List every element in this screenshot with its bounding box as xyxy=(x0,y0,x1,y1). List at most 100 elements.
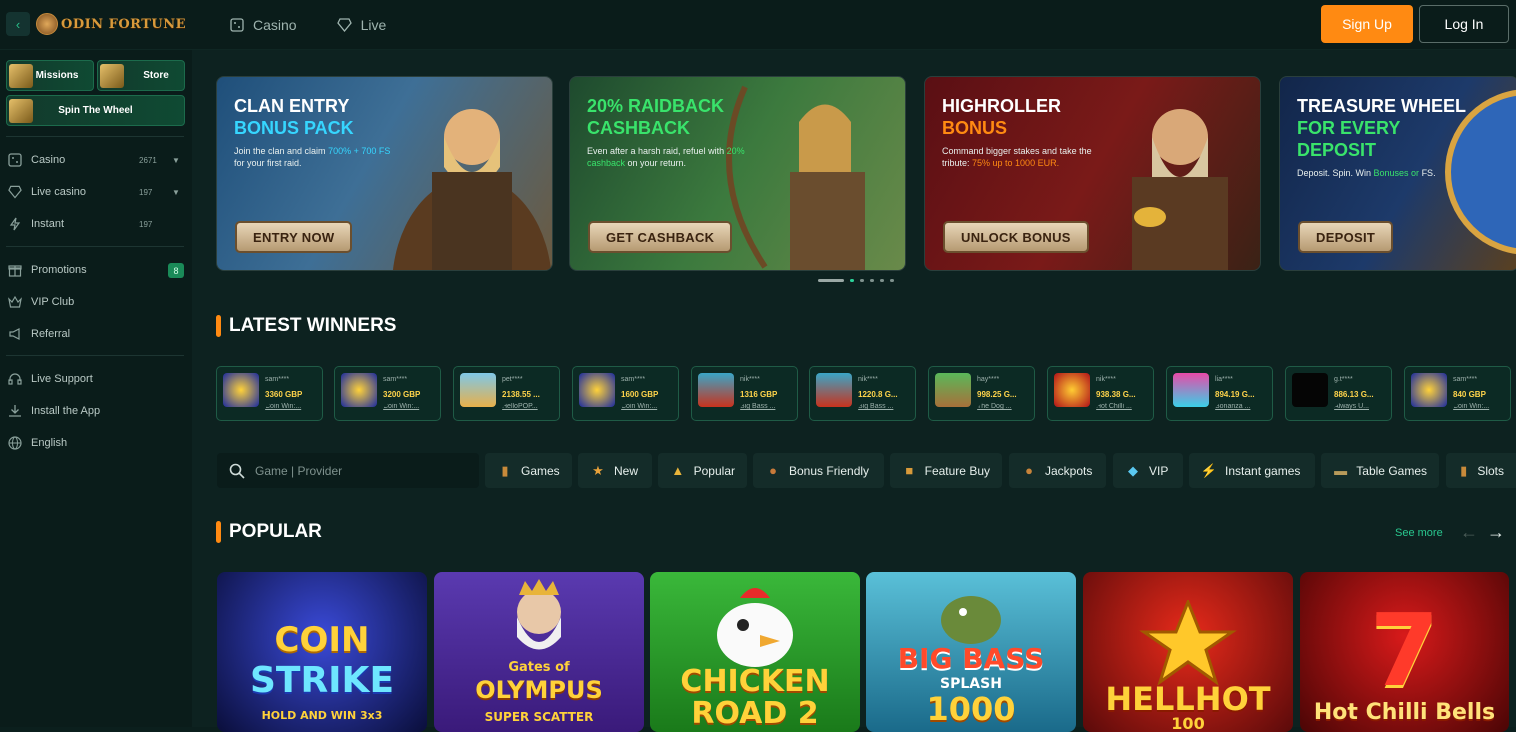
winner-card[interactable]: hay**** 998.25 G... The Dog ... xyxy=(928,366,1035,421)
game-card-gates-of-olympus[interactable]: Gates of OLYMPUS SUPER SCATTER xyxy=(434,572,644,732)
sidebar-item-language[interactable]: English xyxy=(0,427,192,459)
lucky-seven-image: 7 xyxy=(1369,592,1440,709)
popular-heading: POPULAR xyxy=(216,521,322,543)
chevron-down-icon[interactable]: ▼ xyxy=(172,188,180,197)
carousel-dot[interactable] xyxy=(880,279,884,282)
game-card-chicken-road-2[interactable]: CHICKEN ROAD 2 xyxy=(650,572,860,732)
get-cashback-button[interactable]: GET CASHBACK xyxy=(588,221,733,253)
winner-card[interactable]: g.t**** 886.13 G... Always U... xyxy=(1285,366,1392,421)
game-thumbnail xyxy=(341,373,377,407)
carousel-dot[interactable] xyxy=(818,279,844,282)
category-new[interactable]: ★ New xyxy=(578,453,652,488)
winner-card[interactable]: sam**** 840 GBP Coin Win:... xyxy=(1404,366,1511,421)
deposit-button[interactable]: DEPOSIT xyxy=(1298,221,1394,253)
winner-card[interactable]: nik**** 938.38 G... Hot Chilli ... xyxy=(1047,366,1154,421)
category-label: VIP xyxy=(1149,463,1169,478)
sidebar-item-label: Promotions xyxy=(31,264,87,276)
sidebar-item-live-support[interactable]: Live Support xyxy=(0,363,192,395)
winner-card[interactable]: sam**** 3360 GBP Coin Win:... xyxy=(216,366,323,421)
category-label: Table Games xyxy=(1356,463,1427,478)
game-thumbnail xyxy=(1292,373,1328,407)
winner-username: g.t**** xyxy=(1334,376,1353,383)
sidebar-item-install-app[interactable]: Install the App xyxy=(0,395,192,427)
winner-username: sam**** xyxy=(621,376,646,383)
chevron-down-icon[interactable]: ▼ xyxy=(172,156,180,165)
store-button[interactable]: Store xyxy=(97,60,185,91)
category-popular[interactable]: ▲ Popular xyxy=(658,453,747,488)
spin-wheel-button[interactable]: Spin The Wheel xyxy=(6,95,185,126)
game-card-hellhot-100[interactable]: HELLHOT 100 xyxy=(1083,572,1293,732)
game-title-line: STRIKE xyxy=(249,660,395,701)
missions-label: Missions xyxy=(35,70,79,81)
nav-live[interactable]: Live xyxy=(336,17,387,33)
nav-casino[interactable]: Casino xyxy=(230,17,297,33)
winner-card[interactable]: nik**** 1220.8 G... Big Bass ... xyxy=(809,366,916,421)
carousel-dot[interactable] xyxy=(850,279,854,282)
entry-now-button[interactable]: ENTRY NOW xyxy=(235,221,353,253)
category-jackpots[interactable]: ● Jackpots xyxy=(1009,453,1106,488)
brand-logo[interactable]: ODIN FORTUNE xyxy=(36,12,186,36)
sidebar-item-casino[interactable]: Casino 2671 ▼ xyxy=(0,144,192,176)
viking-king-image xyxy=(1132,109,1228,270)
sidebar-item-vip-club[interactable]: VIP Club xyxy=(0,286,192,318)
arrow-right-icon[interactable]: → xyxy=(1487,522,1505,543)
game-title-line: BIG BASS xyxy=(897,642,1045,675)
category-bonus-friendly[interactable]: ● Bonus Friendly xyxy=(753,453,884,488)
winner-amount: 1220.8 G... xyxy=(858,390,898,399)
game-search[interactable] xyxy=(217,453,479,488)
winner-card[interactable]: sam**** 1600 GBP Coin Win:... xyxy=(572,366,679,421)
carousel-dot[interactable] xyxy=(860,279,864,282)
sidebar-item-instant[interactable]: Instant 197 xyxy=(0,208,192,240)
game-count: 2671 xyxy=(139,155,157,165)
winner-amount: 2138.55 ... xyxy=(502,390,540,399)
category-label: Slots xyxy=(1477,463,1504,478)
category-feature-buy[interactable]: ■ Feature Buy xyxy=(890,453,1002,488)
log-in-button[interactable]: Log In xyxy=(1419,5,1509,43)
banner-subtitle: FOR EVERY xyxy=(1297,118,1401,138)
sidebar-promo-group: Promotions 8 VIP Club Referral xyxy=(0,254,192,350)
banner-raidback[interactable]: 20% RAIDBACK CASHBACK Even after a harsh… xyxy=(569,76,906,271)
banner-title: 20% RAIDBACK xyxy=(587,96,725,116)
carousel-dot[interactable] xyxy=(870,279,874,282)
game-title-line: HELLHOT xyxy=(1105,680,1271,718)
sign-up-button[interactable]: Sign Up xyxy=(1321,5,1413,43)
sidebar-item-label: Live casino xyxy=(31,186,87,198)
game-title-line: ROAD 2 xyxy=(691,696,819,731)
missions-button[interactable]: Missions xyxy=(6,60,94,91)
category-instant-games[interactable]: ⚡ Instant games xyxy=(1189,453,1315,488)
diamond-icon xyxy=(336,18,352,32)
arrow-left-icon[interactable]: ← xyxy=(1460,522,1478,543)
see-more-link[interactable]: See more xyxy=(1395,527,1443,539)
banner-subtitle: BONUS PACK xyxy=(234,118,354,138)
unlock-bonus-button[interactable]: UNLOCK BONUS xyxy=(943,221,1089,253)
game-count: 197 xyxy=(139,219,153,229)
game-subtitle: SUPER SCATTER xyxy=(484,710,594,724)
banner-title: TREASURE WHEEL xyxy=(1297,96,1467,116)
banner-clan-entry[interactable]: CLAN ENTRY BONUS PACK Join the clan and … xyxy=(216,76,553,271)
collapse-sidebar-button[interactable]: ‹ xyxy=(6,12,30,36)
sidebar-item-referral[interactable]: Referral xyxy=(0,318,192,350)
sidebar-item-live-casino[interactable]: Live casino 197 ▼ xyxy=(0,176,192,208)
banner-highroller[interactable]: HIGHROLLER BONUS Command bigger stakes a… xyxy=(924,76,1261,271)
search-input[interactable] xyxy=(255,463,455,478)
game-card-coin-strike[interactable]: COIN STRIKE HOLD AND WIN 3x3 xyxy=(217,572,427,732)
nav-live-label: Live xyxy=(360,17,387,33)
category-label: Feature Buy xyxy=(924,463,990,478)
banner-text: Join the clan and claim 700% + 700 FS fo… xyxy=(234,145,394,169)
category-vip[interactable]: ◆ VIP xyxy=(1113,453,1183,488)
category-games[interactable]: ▮ Games xyxy=(485,453,572,488)
banner-treasure-wheel[interactable]: TREASURE WHEEL FOR EVERY DEPOSIT Deposit… xyxy=(1279,76,1516,271)
game-thumbnail xyxy=(223,373,259,407)
winner-card[interactable]: pet**** 2138.55 ... HelloPOP... xyxy=(453,366,560,421)
winner-amount: 998.25 G... xyxy=(977,390,1017,399)
winner-card[interactable]: lia**** 894.19 G... Bonanza ... xyxy=(1166,366,1273,421)
category-slots[interactable]: ▮ Slots xyxy=(1446,453,1516,488)
banner-text-a: Even after a harsh raid, refuel with xyxy=(587,146,727,156)
carousel-dot[interactable] xyxy=(890,279,894,282)
winner-card[interactable]: sam**** 3200 GBP Coin Win:... xyxy=(334,366,441,421)
category-table-games[interactable]: ▬ Table Games xyxy=(1321,453,1439,488)
sidebar-item-promotions[interactable]: Promotions 8 xyxy=(0,254,192,286)
game-card-big-bass-splash[interactable]: BIG BASS SPLASH 1000 xyxy=(866,572,1076,732)
game-card-hot-chilli-bells[interactable]: 7 Hot Chilli Bells xyxy=(1300,572,1509,732)
winner-card[interactable]: nik**** 1316 GBP Big Bass ... xyxy=(691,366,798,421)
